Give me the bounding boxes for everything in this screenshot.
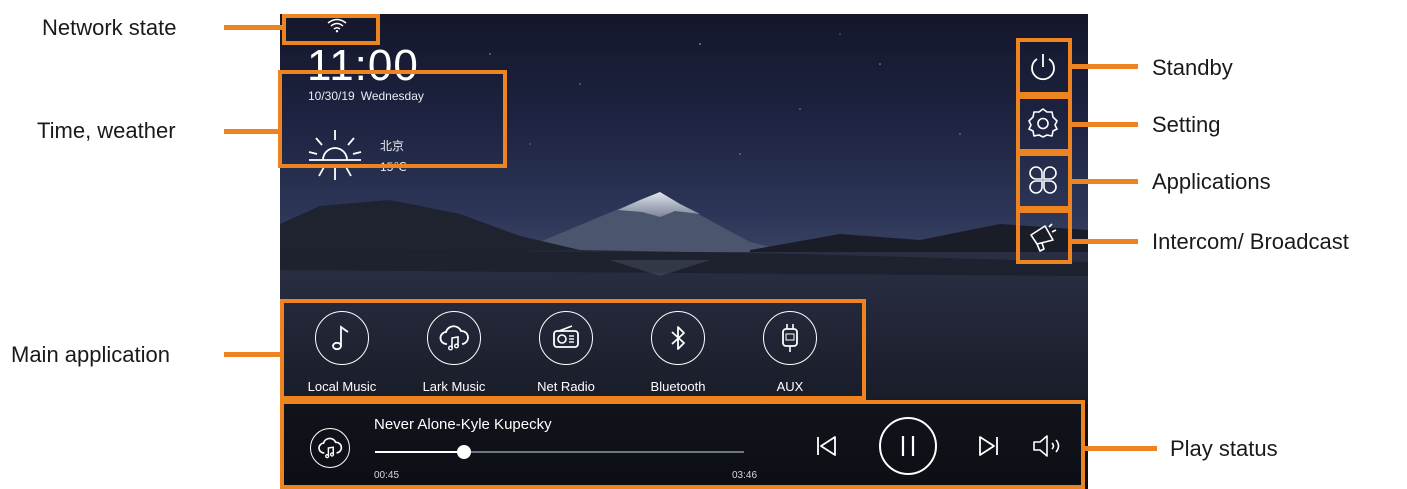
standby-highlight-box: [1016, 38, 1072, 96]
intercom-highlight-box: [1016, 209, 1072, 264]
network-leader-line: [224, 25, 282, 30]
callout-main-application: Main application: [11, 342, 170, 367]
main-app-highlight-box: [280, 299, 866, 400]
callout-applications: Applications: [1152, 169, 1271, 194]
main-app-leader-line: [224, 352, 280, 357]
callout-setting: Setting: [1152, 112, 1221, 137]
callout-time-weather: Time, weather: [37, 118, 176, 143]
callout-intercom-broadcast: Intercom/ Broadcast: [1152, 229, 1349, 254]
standby-leader-line: [1072, 64, 1138, 69]
time-weather-highlight-box: [278, 70, 507, 168]
applications-leader-line: [1072, 179, 1138, 184]
intercom-leader-line: [1072, 239, 1138, 244]
play-status-leader-line: [1085, 446, 1157, 451]
time-weather-leader-line: [224, 129, 280, 134]
applications-highlight-box: [1016, 152, 1072, 210]
callout-network-state: Network state: [42, 15, 177, 40]
callout-play-status: Play status: [1170, 436, 1278, 461]
setting-highlight-box: [1016, 95, 1072, 153]
network-highlight-box: [282, 14, 380, 45]
play-status-highlight-box: [280, 400, 1085, 489]
callout-standby: Standby: [1152, 55, 1233, 80]
setting-leader-line: [1072, 122, 1138, 127]
